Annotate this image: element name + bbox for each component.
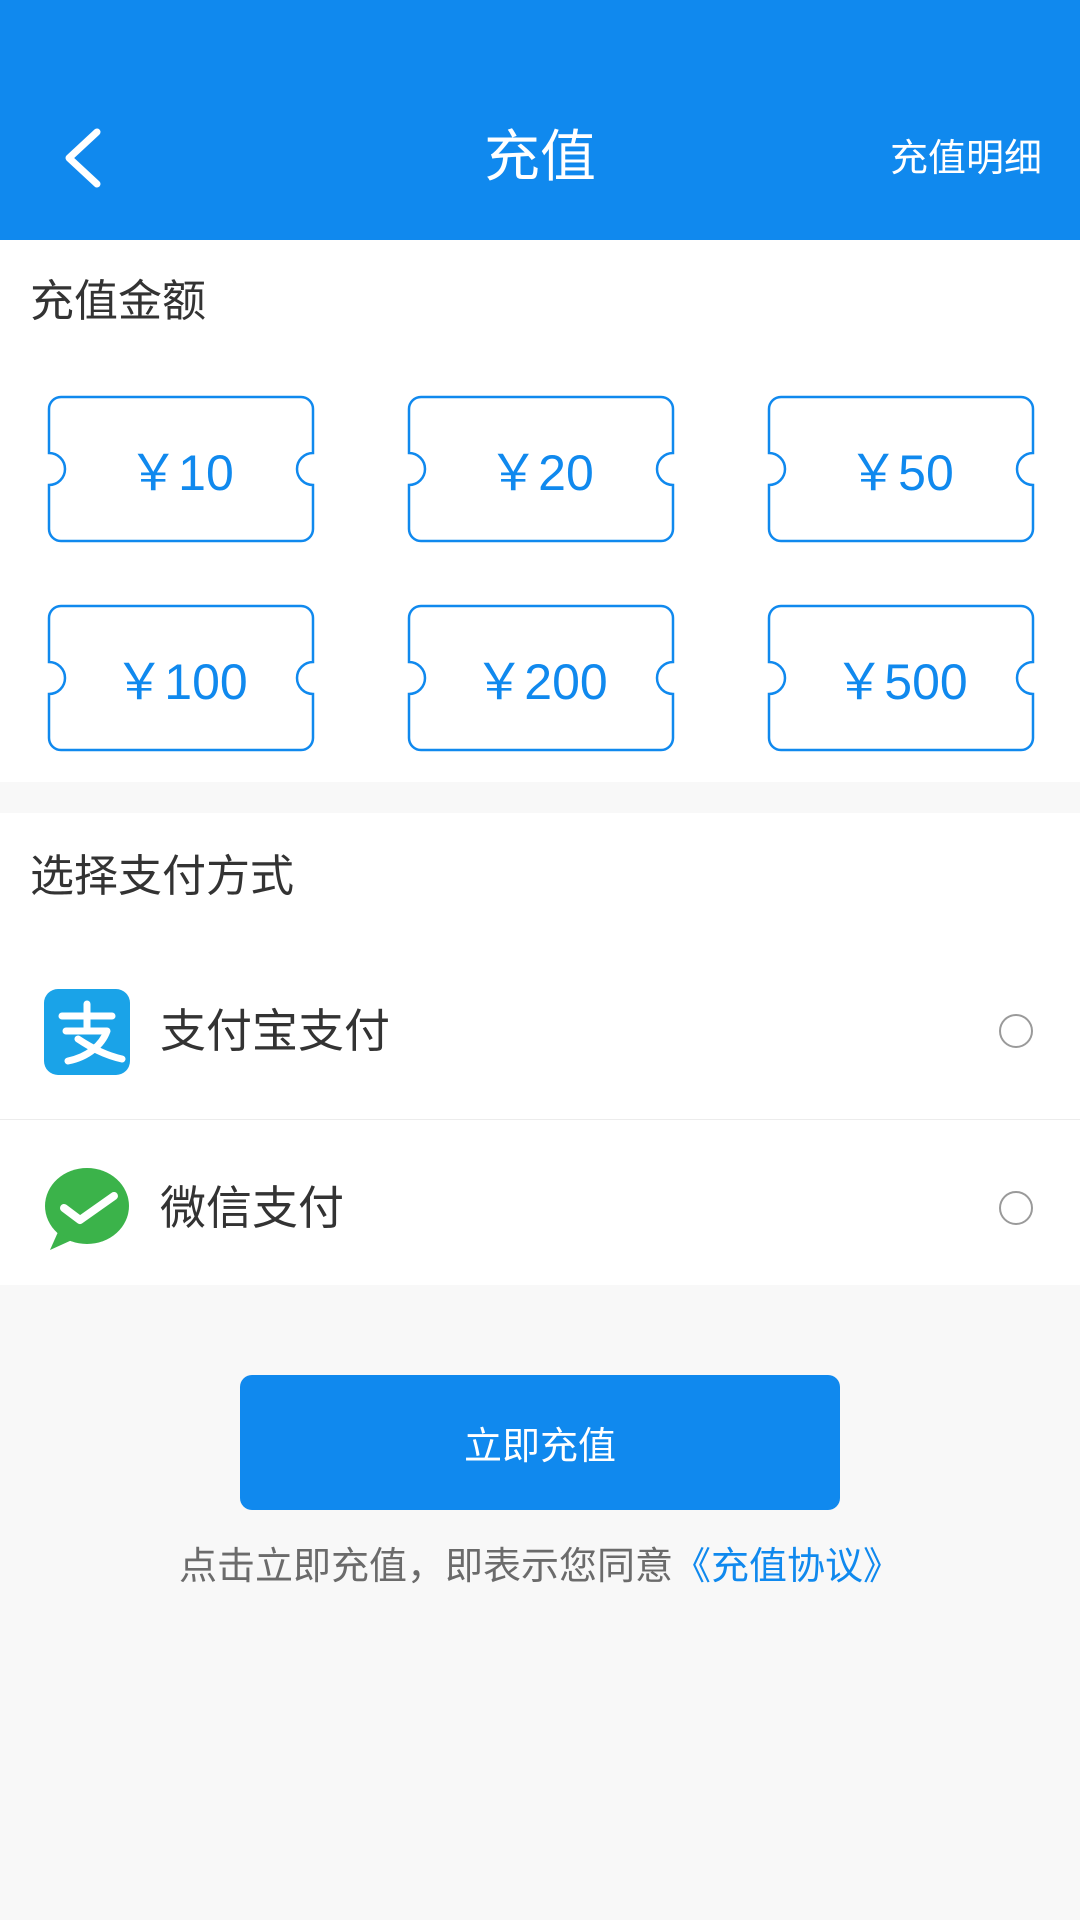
amount-option-200[interactable]: ￥200 (407, 604, 675, 752)
payment-option-label: 支付宝支付 (160, 1004, 390, 1058)
amount-section: 充值金额 ￥10 ￥20 ￥50 ￥100 ￥200 ￥500 (0, 240, 1080, 782)
amount-section-title: 充值金额 (30, 276, 206, 327)
amount-option-500[interactable]: ￥500 (767, 604, 1035, 752)
alipay-icon (44, 989, 130, 1075)
amount-option-label: ￥10 (128, 445, 234, 501)
amount-option-20[interactable]: ￥20 (407, 395, 675, 543)
amount-option-10[interactable]: ￥10 (47, 395, 315, 543)
back-button[interactable] (55, 120, 115, 200)
amount-option-label: ￥200 (474, 654, 608, 710)
wechat-pay-icon (44, 1166, 130, 1252)
top-app-bar: 充值 充值明细 (0, 0, 1080, 240)
recharge-agreement-link[interactable]: 《充值协议》 (673, 1544, 901, 1588)
recharge-now-button[interactable]: 立即充值 (240, 1375, 840, 1510)
amount-option-label: ￥50 (848, 445, 954, 501)
recharge-details-link[interactable]: 充值明细 (890, 132, 1042, 184)
agreement-notice: 点击立即充值，即表示您同意《充值协议》 (0, 1540, 1080, 1592)
amount-option-label: ￥500 (834, 654, 968, 710)
payment-method-section: 选择支付方式 支付宝支付 微信支付 (0, 813, 1080, 1285)
payment-section-title: 选择支付方式 (30, 851, 294, 902)
wechat-radio[interactable] (999, 1191, 1033, 1225)
agreement-text: 点击立即充值，即表示您同意 (178, 1544, 673, 1588)
chevron-left-icon (65, 128, 101, 188)
amount-option-label: ￥20 (488, 445, 594, 501)
amount-option-100[interactable]: ￥100 (47, 604, 315, 752)
amount-option-label: ￥100 (114, 654, 248, 710)
payment-option-alipay[interactable]: 支付宝支付 (0, 943, 1080, 1119)
payment-option-wechat[interactable]: 微信支付 (0, 1120, 1080, 1296)
payment-option-label: 微信支付 (160, 1181, 344, 1235)
amount-option-50[interactable]: ￥50 (767, 395, 1035, 543)
alipay-radio[interactable] (999, 1014, 1033, 1048)
